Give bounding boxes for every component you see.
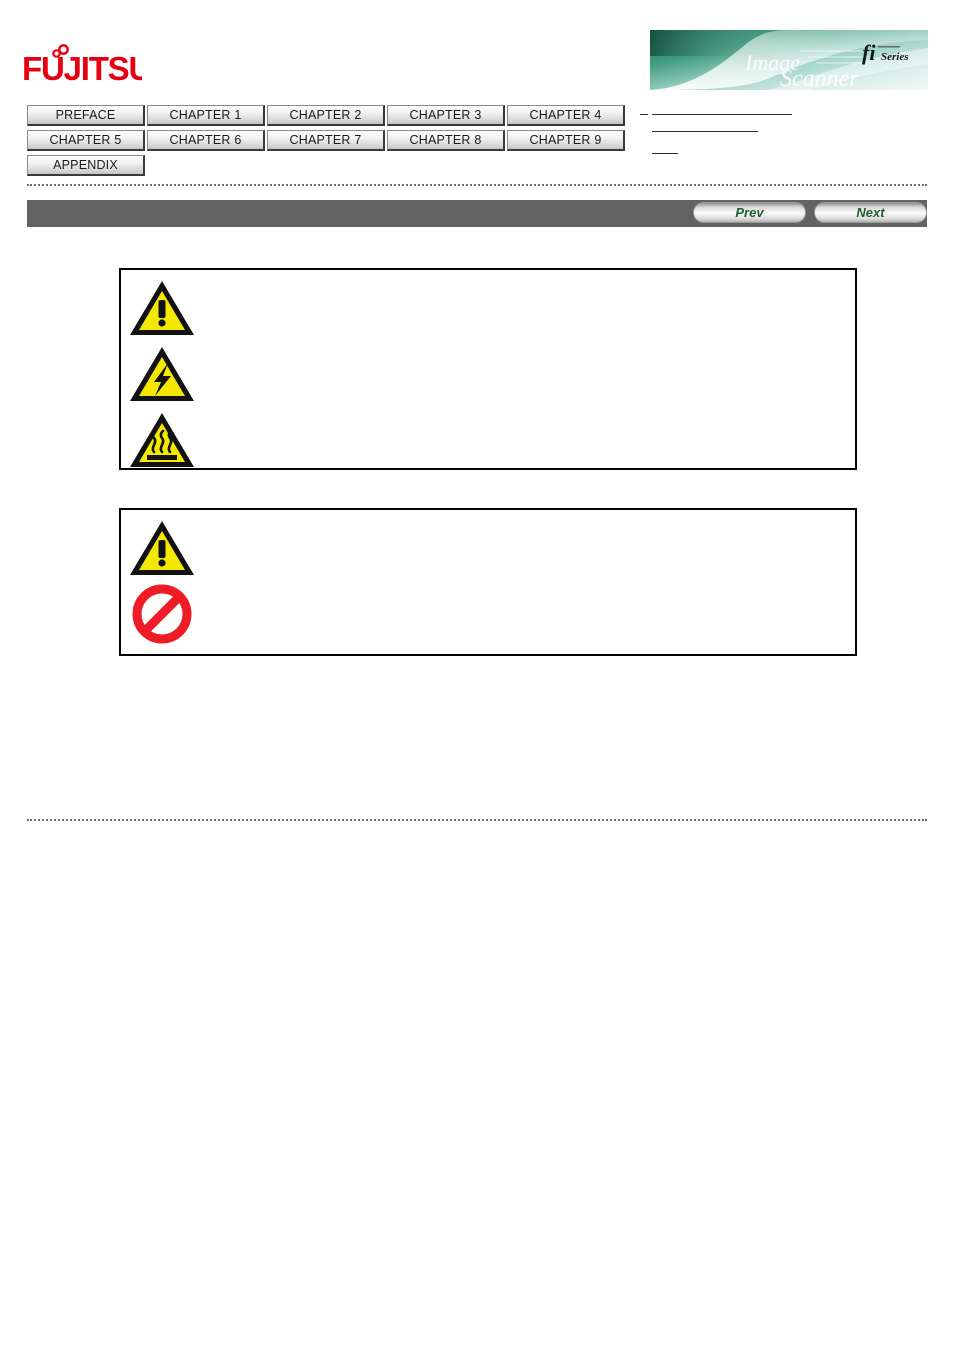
tab-appendix[interactable]: APPENDIX [27, 155, 145, 176]
tab-chapter-5[interactable]: CHAPTER 5 [27, 130, 145, 151]
tab-chapter-6[interactable]: CHAPTER 6 [147, 130, 265, 151]
next-button[interactable]: Next [814, 202, 927, 223]
decorative-line-3 [652, 153, 678, 154]
tab-row-1: PREFACE CHAPTER 1 CHAPTER 2 CHAPTER 3 CH… [27, 105, 927, 128]
warning-triangle-icon [127, 278, 197, 340]
tab-chapter-9[interactable]: CHAPTER 9 [507, 130, 625, 151]
warning-box [119, 268, 857, 470]
svg-text:Series: Series [881, 51, 909, 63]
tab-preface[interactable]: PREFACE [27, 105, 145, 126]
svg-text:fi: fi [862, 40, 876, 65]
tab-row-2: CHAPTER 5 CHAPTER 6 CHAPTER 7 CHAPTER 8 … [27, 130, 927, 153]
decorative-line-1 [652, 114, 792, 115]
page-nav-buttons: Prev Next [693, 202, 927, 223]
navigation-bar: Prev Next [27, 200, 927, 227]
fujitsu-logo: FUJITSU [22, 44, 142, 86]
decorative-tick [640, 114, 648, 115]
prohibition-icon [127, 584, 197, 646]
tab-row-3: APPENDIX [27, 155, 927, 178]
caution-box [119, 508, 857, 656]
tab-chapter-3[interactable]: CHAPTER 3 [387, 105, 505, 126]
svg-text:Scanner: Scanner [780, 66, 859, 90]
tab-chapter-7[interactable]: CHAPTER 7 [267, 130, 385, 151]
hot-surface-icon [127, 410, 197, 472]
tab-chapter-8[interactable]: CHAPTER 8 [387, 130, 505, 151]
caution-triangle-icon [127, 518, 197, 580]
page-root: FUJITSU Image Scanner fi Series PREFACE … [0, 0, 954, 1351]
prev-button[interactable]: Prev [693, 202, 806, 223]
tab-chapter-1[interactable]: CHAPTER 1 [147, 105, 265, 126]
decorative-line-2 [652, 131, 758, 132]
fi-series-banner: Image Scanner fi Series [650, 30, 928, 90]
electric-shock-icon [127, 344, 197, 406]
separator-bottom [27, 819, 927, 821]
tab-chapter-2[interactable]: CHAPTER 2 [267, 105, 385, 126]
tab-chapter-4[interactable]: CHAPTER 4 [507, 105, 625, 126]
chapter-navigation: PREFACE CHAPTER 1 CHAPTER 2 CHAPTER 3 CH… [27, 105, 927, 180]
separator-top [27, 184, 927, 186]
svg-text:FUJITSU: FUJITSU [22, 50, 142, 86]
